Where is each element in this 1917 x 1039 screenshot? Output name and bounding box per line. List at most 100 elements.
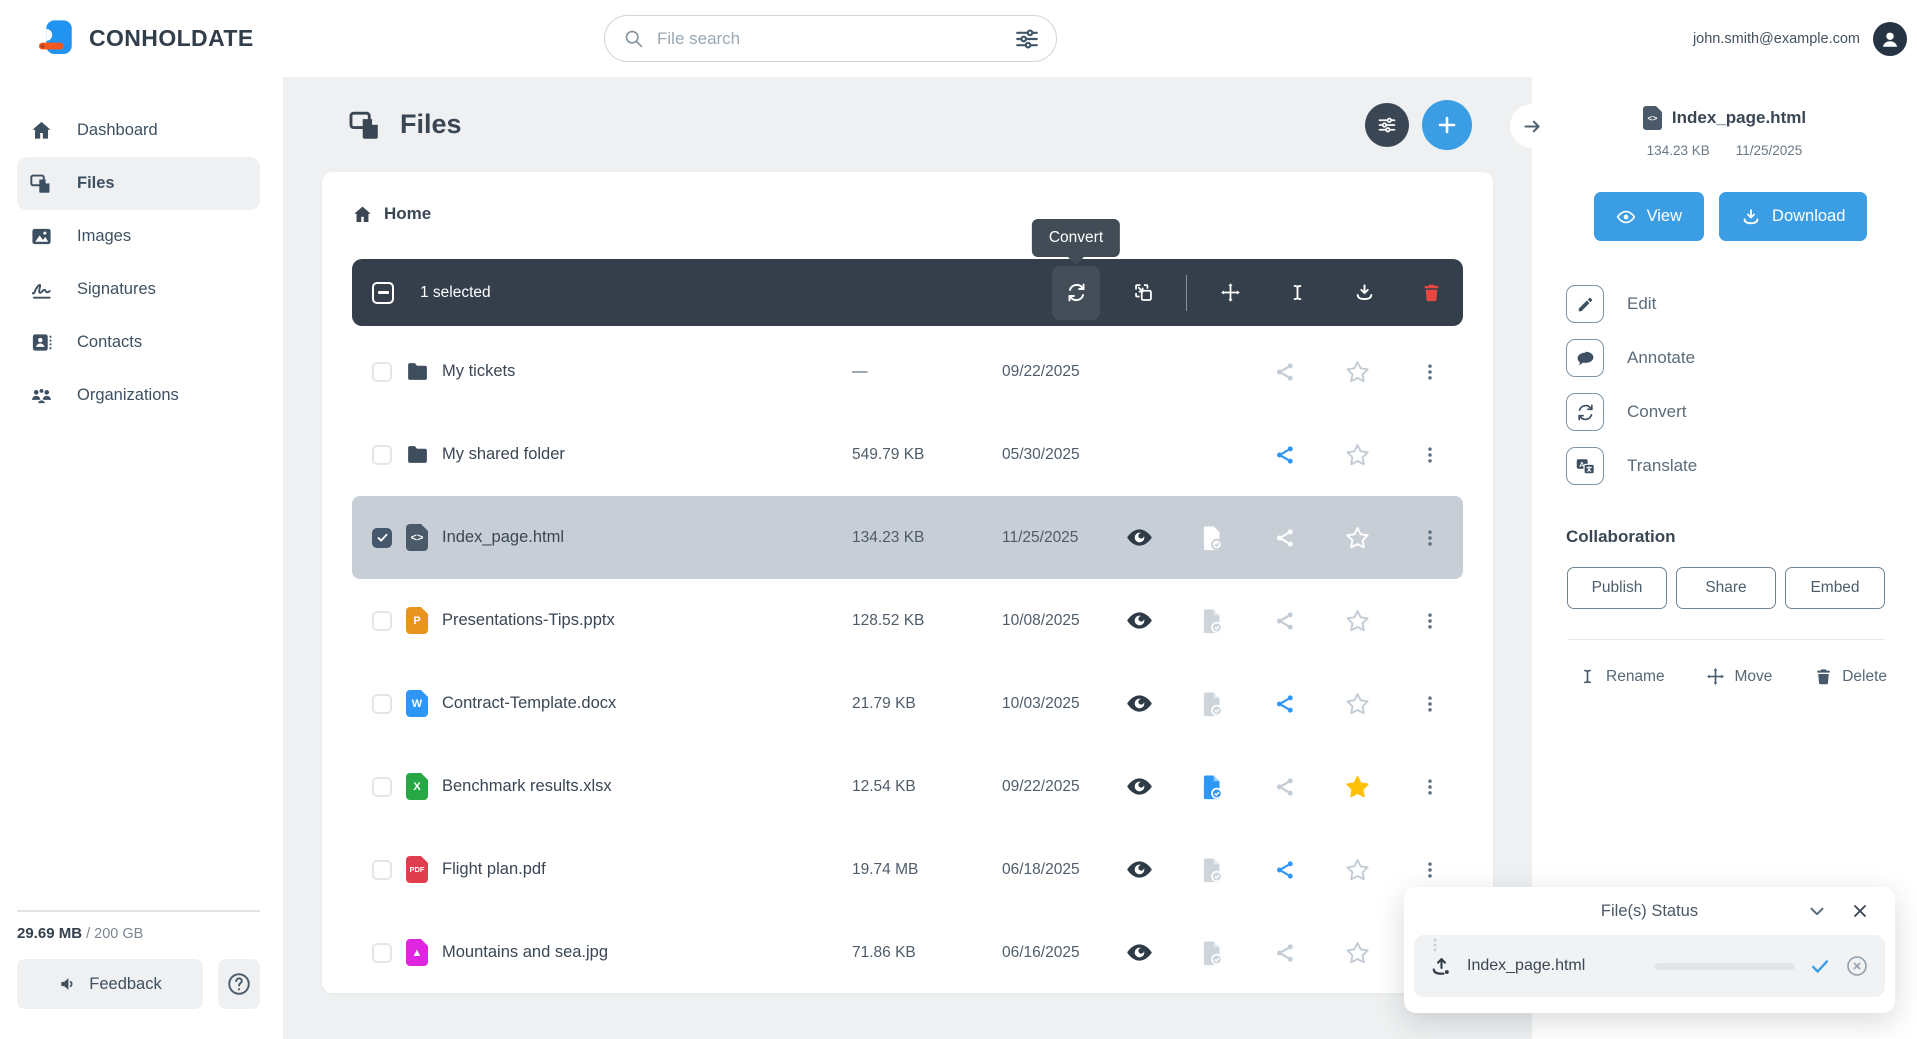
download-button[interactable]: Download <box>1719 192 1868 241</box>
row-checkbox[interactable] <box>372 361 392 382</box>
logo-link[interactable]: CONHOLDATE <box>38 19 254 59</box>
translate-action[interactable]: A Translate <box>1566 447 1697 485</box>
file-name[interactable]: Index_page.html <box>442 528 842 547</box>
rename-action[interactable]: Rename <box>1578 667 1665 686</box>
star-icon[interactable] <box>1335 433 1379 477</box>
row-checkbox[interactable] <box>372 859 392 880</box>
convert-button[interactable]: Convert <box>1031 218 1121 320</box>
preview-eye-icon[interactable] <box>1117 516 1161 560</box>
row-checkbox[interactable] <box>372 527 392 548</box>
table-row[interactable]: X Benchmark results.xlsx 12.54 KB 09/22/… <box>352 745 1463 828</box>
file-name[interactable]: Benchmark results.xlsx <box>442 777 842 796</box>
row-checkbox[interactable] <box>372 444 392 465</box>
doc-status-icon[interactable] <box>1190 765 1234 809</box>
kebab-menu-icon[interactable] <box>1408 848 1452 892</box>
convert-action[interactable]: Convert <box>1566 393 1687 431</box>
sidebar-item-images[interactable]: Images <box>17 210 260 263</box>
share-icon[interactable] <box>1263 599 1307 643</box>
select-all-checkbox[interactable] <box>372 281 394 304</box>
move-button[interactable] <box>1206 266 1254 320</box>
star-icon[interactable] <box>1335 350 1379 394</box>
annotate-action[interactable]: Annotate <box>1566 339 1695 377</box>
edit-action[interactable]: Edit <box>1566 285 1656 323</box>
table-row[interactable]: PDF Flight plan.pdf 19.74 MB 06/18/2025 <box>352 828 1463 911</box>
row-checkbox[interactable] <box>372 693 392 714</box>
chevron-down-icon[interactable] <box>1806 900 1828 922</box>
view-settings-button[interactable] <box>1365 102 1409 147</box>
merge-button[interactable] <box>1119 266 1167 320</box>
publish-button[interactable]: Publish <box>1567 567 1667 609</box>
view-button[interactable]: View <box>1593 192 1705 241</box>
doc-status-icon[interactable] <box>1190 848 1234 892</box>
user-menu[interactable]: john.smith@example.com <box>1693 21 1907 56</box>
embed-button[interactable]: Embed <box>1785 567 1885 609</box>
avatar[interactable] <box>1873 21 1907 56</box>
share-button[interactable]: Share <box>1676 567 1776 609</box>
feedback-button[interactable]: Feedback <box>17 959 203 1009</box>
star-icon[interactable] <box>1335 682 1379 726</box>
preview-eye-icon[interactable] <box>1117 931 1161 975</box>
table-row[interactable]: P Presentations-Tips.pptx 128.52 KB 10/0… <box>352 579 1463 662</box>
share-icon[interactable] <box>1263 931 1307 975</box>
share-icon[interactable] <box>1263 682 1307 726</box>
doc-status-icon[interactable] <box>1190 516 1234 560</box>
kebab-menu-icon[interactable] <box>1408 350 1452 394</box>
share-icon[interactable] <box>1263 848 1307 892</box>
rename-button[interactable] <box>1273 266 1321 320</box>
share-icon[interactable] <box>1263 433 1307 477</box>
file-name[interactable]: My tickets <box>442 362 842 381</box>
share-icon[interactable] <box>1263 516 1307 560</box>
file-name[interactable]: Contract-Template.docx <box>442 694 842 713</box>
preview-eye-icon[interactable] <box>1117 682 1161 726</box>
file-name[interactable]: Presentations-Tips.pptx <box>442 611 842 630</box>
file-name[interactable]: Mountains and sea.jpg <box>442 943 842 962</box>
help-button[interactable] <box>218 959 260 1009</box>
star-icon[interactable] <box>1335 931 1379 975</box>
table-row[interactable]: <> Index_page.html 134.23 KB 11/25/2025 <box>352 496 1463 579</box>
sidebar-item-files[interactable]: Files <box>17 157 260 210</box>
cancel-upload-icon[interactable] <box>1845 954 1869 978</box>
delete-action[interactable]: Delete <box>1814 667 1887 686</box>
kebab-menu-icon[interactable] <box>1408 433 1452 477</box>
sidebar-item-dashboard[interactable]: Dashboard <box>17 104 260 157</box>
share-icon[interactable] <box>1263 350 1307 394</box>
preview-eye-icon[interactable] <box>1117 765 1161 809</box>
table-row[interactable]: My tickets — 09/22/2025 <box>352 330 1463 413</box>
close-icon[interactable] <box>1850 901 1870 921</box>
collapse-panel-button[interactable] <box>1510 104 1554 148</box>
share-icon[interactable] <box>1263 765 1307 809</box>
search-filter-icon[interactable] <box>1014 26 1040 52</box>
star-icon[interactable] <box>1335 599 1379 643</box>
sidebar-item-signatures[interactable]: Signatures <box>17 263 260 316</box>
sidebar-item-contacts[interactable]: Contacts <box>17 316 260 369</box>
sidebar-item-organizations[interactable]: Organizations <box>17 369 260 422</box>
star-icon[interactable] <box>1335 516 1379 560</box>
row-checkbox[interactable] <box>372 776 392 797</box>
kebab-menu-icon[interactable] <box>1408 765 1452 809</box>
move-action[interactable]: Move <box>1706 667 1772 686</box>
preview-eye-icon[interactable] <box>1117 848 1161 892</box>
doc-status-icon[interactable] <box>1190 599 1234 643</box>
breadcrumb[interactable]: Home <box>352 200 431 228</box>
star-icon[interactable] <box>1335 848 1379 892</box>
doc-status-icon[interactable] <box>1190 931 1234 975</box>
add-file-button[interactable] <box>1422 99 1472 150</box>
row-checkbox[interactable] <box>372 942 392 963</box>
row-checkbox[interactable] <box>372 610 392 631</box>
star-icon[interactable] <box>1335 765 1379 809</box>
drag-handle-icon[interactable] <box>1430 938 1440 952</box>
table-row[interactable]: My shared folder 549.79 KB 05/30/2025 <box>352 413 1463 496</box>
preview-eye-icon[interactable] <box>1117 599 1161 643</box>
file-name[interactable]: My shared folder <box>442 445 842 464</box>
kebab-menu-icon[interactable] <box>1408 516 1452 560</box>
doc-status-icon[interactable] <box>1190 682 1234 726</box>
table-row[interactable]: W Contract-Template.docx 21.79 KB 10/03/… <box>352 662 1463 745</box>
search-input[interactable] <box>655 27 1003 50</box>
file-search-bar[interactable] <box>604 15 1057 62</box>
download-button[interactable] <box>1340 266 1388 320</box>
delete-button[interactable] <box>1407 266 1455 320</box>
table-row[interactable]: ▲ Mountains and sea.jpg 71.86 KB 06/16/2… <box>352 911 1463 993</box>
kebab-menu-icon[interactable] <box>1408 682 1452 726</box>
file-name[interactable]: Flight plan.pdf <box>442 860 842 879</box>
kebab-menu-icon[interactable] <box>1408 599 1452 643</box>
